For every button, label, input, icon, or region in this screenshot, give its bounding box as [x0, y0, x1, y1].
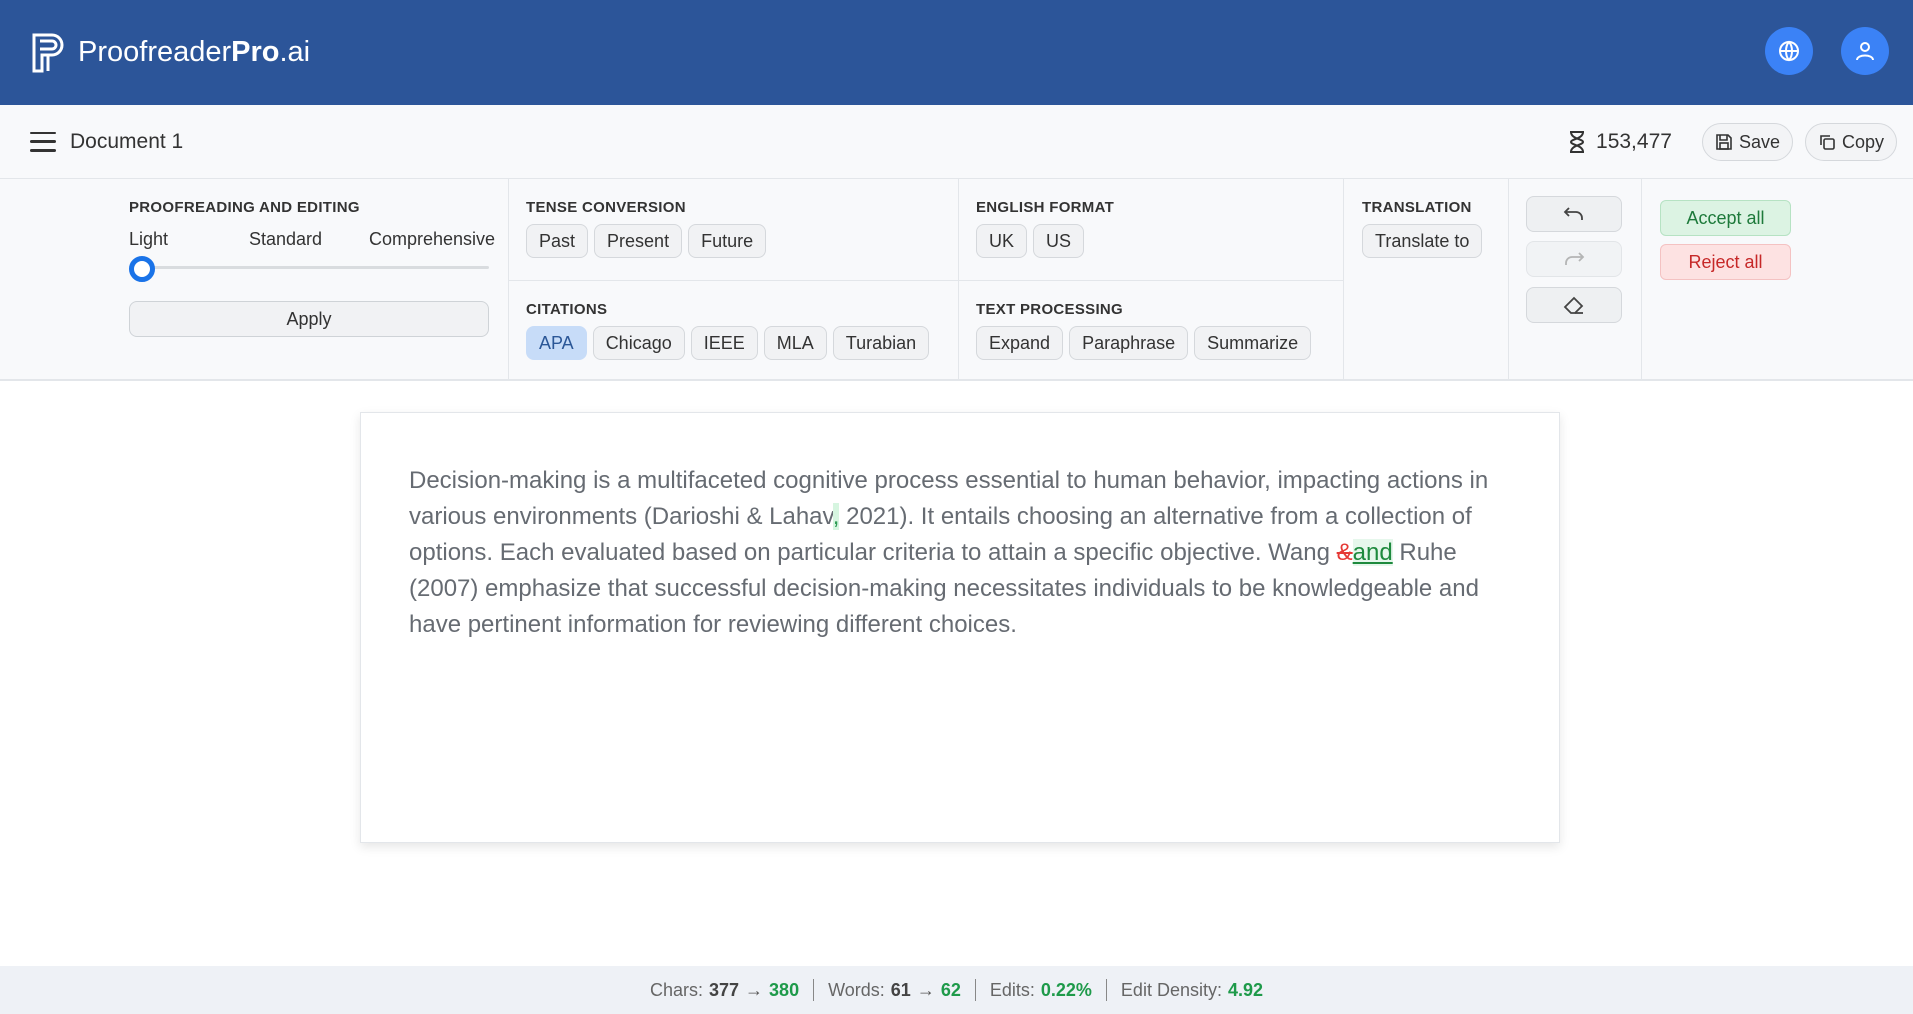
document-editor[interactable]: Decision-making is a multifaceted cognit…: [360, 412, 1560, 843]
proofreading-section: PROOFREADING AND EDITING: [129, 199, 360, 216]
document-title[interactable]: Document 1: [70, 130, 183, 154]
copy-label: Copy: [1841, 131, 1884, 152]
editing-toolbar: PROOFREADING AND EDITING Light Standard …: [0, 179, 1913, 381]
hourglass-icon: [1570, 131, 1585, 153]
summarize-button[interactable]: Summarize: [1194, 326, 1312, 360]
citations-section: CITATIONS APA Chicago IEEE MLA Turabian: [526, 301, 930, 360]
words-label: Words:: [828, 979, 885, 1000]
arrow-right-icon: →: [916, 979, 935, 1000]
clear-button[interactable]: [1526, 287, 1622, 323]
edits-stat: Edits: 0.22%: [990, 980, 1092, 1001]
logo[interactable]: Proofreader Pro .ai: [30, 31, 310, 75]
chars-before: 377: [709, 979, 740, 1000]
edits-label: Edits:: [989, 979, 1035, 1000]
logo-text-ai: .ai: [279, 36, 311, 68]
translation-title: TRANSLATION: [1362, 199, 1472, 216]
citations-title: CITATIONS: [526, 301, 608, 318]
words-before: 61: [890, 979, 911, 1000]
translate-to-button[interactable]: Translate to: [1362, 224, 1483, 258]
save-icon: [1716, 134, 1732, 150]
citation-mla-button[interactable]: MLA: [763, 326, 827, 360]
credits-counter: 153,477: [1568, 130, 1672, 154]
format-uk-button[interactable]: UK: [976, 224, 1028, 258]
citation-chicago-button[interactable]: Chicago: [592, 326, 685, 360]
chars-after: 380: [769, 979, 800, 1000]
level-comprehensive[interactable]: Comprehensive: [369, 229, 495, 250]
level-slider-track[interactable]: [142, 266, 489, 269]
language-button[interactable]: [1765, 27, 1813, 75]
redo-icon: [1565, 252, 1585, 265]
translation-section: TRANSLATION Translate to: [1362, 199, 1483, 258]
save-button[interactable]: Save: [1701, 123, 1793, 161]
globe-icon: [1779, 40, 1799, 62]
paraphrase-button[interactable]: Paraphrase: [1069, 326, 1189, 360]
editor-paragraph[interactable]: Decision-making is a multifaceted cognit…: [409, 463, 1511, 643]
deleted-text[interactable]: &: [1337, 539, 1353, 566]
tense-section: TENSE CONVERSION Past Present Future: [526, 199, 767, 258]
logo-icon: [32, 33, 64, 72]
level-slider-thumb[interactable]: [129, 256, 155, 282]
copy-icon: [1820, 135, 1835, 150]
english-format-title: ENGLISH FORMAT: [976, 199, 1115, 216]
tense-past-button[interactable]: Past: [526, 224, 589, 258]
words-after: 62: [940, 979, 961, 1000]
text-processing-section: TEXT PROCESSING Expand Paraphrase Summar…: [976, 301, 1312, 360]
text-processing-title: TEXT PROCESSING: [976, 301, 1124, 318]
status-bar: Chars: 377 → 380 Words: 61 → 62 Edits: 0…: [0, 966, 1913, 1014]
chars-label: Chars:: [649, 979, 703, 1000]
density-stat: Edit Density: 4.92: [1121, 980, 1263, 1001]
tense-future-button[interactable]: Future: [688, 224, 767, 258]
save-label: Save: [1738, 131, 1780, 152]
app-header: Proofreader Pro .ai: [0, 0, 1913, 105]
undo-icon: [1563, 207, 1583, 220]
user-account-button[interactable]: [1841, 27, 1889, 75]
tense-present-button[interactable]: Present: [594, 224, 683, 258]
logo-text-pro: Pro: [231, 36, 280, 68]
inserted-text[interactable]: and: [1352, 539, 1393, 566]
logo-text-proofreader: Proofreader: [78, 36, 232, 68]
format-us-button[interactable]: US: [1033, 224, 1085, 258]
credits-value: 153,477: [1596, 130, 1672, 153]
citation-turabian-button[interactable]: Turabian: [832, 326, 930, 360]
edits-value: 0.22%: [1040, 979, 1092, 1000]
eraser-icon: [1563, 296, 1584, 314]
reject-all-button[interactable]: Reject all: [1660, 244, 1791, 280]
user-icon: [1856, 42, 1874, 61]
citation-ieee-button[interactable]: IEEE: [690, 326, 758, 360]
level-standard[interactable]: Standard: [249, 229, 322, 250]
english-format-section: ENGLISH FORMAT UK US: [976, 199, 1114, 258]
density-label: Edit Density:: [1120, 979, 1222, 1000]
redo-button[interactable]: [1526, 241, 1622, 277]
tense-title: TENSE CONVERSION: [526, 199, 686, 216]
document-bar: Document 1 153,477 Save Copy: [0, 105, 1913, 179]
density-value: 4.92: [1227, 979, 1264, 1000]
words-stat: Words: 61 → 62: [828, 980, 961, 1001]
accept-all-button[interactable]: Accept all: [1660, 200, 1791, 236]
apply-button[interactable]: Apply: [129, 301, 489, 337]
hamburger-menu-icon[interactable]: [30, 131, 56, 152]
expand-button[interactable]: Expand: [976, 326, 1064, 360]
chars-stat: Chars: 377 → 380: [650, 980, 799, 1001]
level-light[interactable]: Light: [129, 229, 168, 250]
citation-apa-button[interactable]: APA: [526, 326, 587, 360]
arrow-right-icon: →: [745, 979, 764, 1000]
proofreading-title: PROOFREADING AND EDITING: [129, 199, 360, 216]
copy-button[interactable]: Copy: [1804, 123, 1897, 161]
undo-button[interactable]: [1526, 196, 1622, 232]
